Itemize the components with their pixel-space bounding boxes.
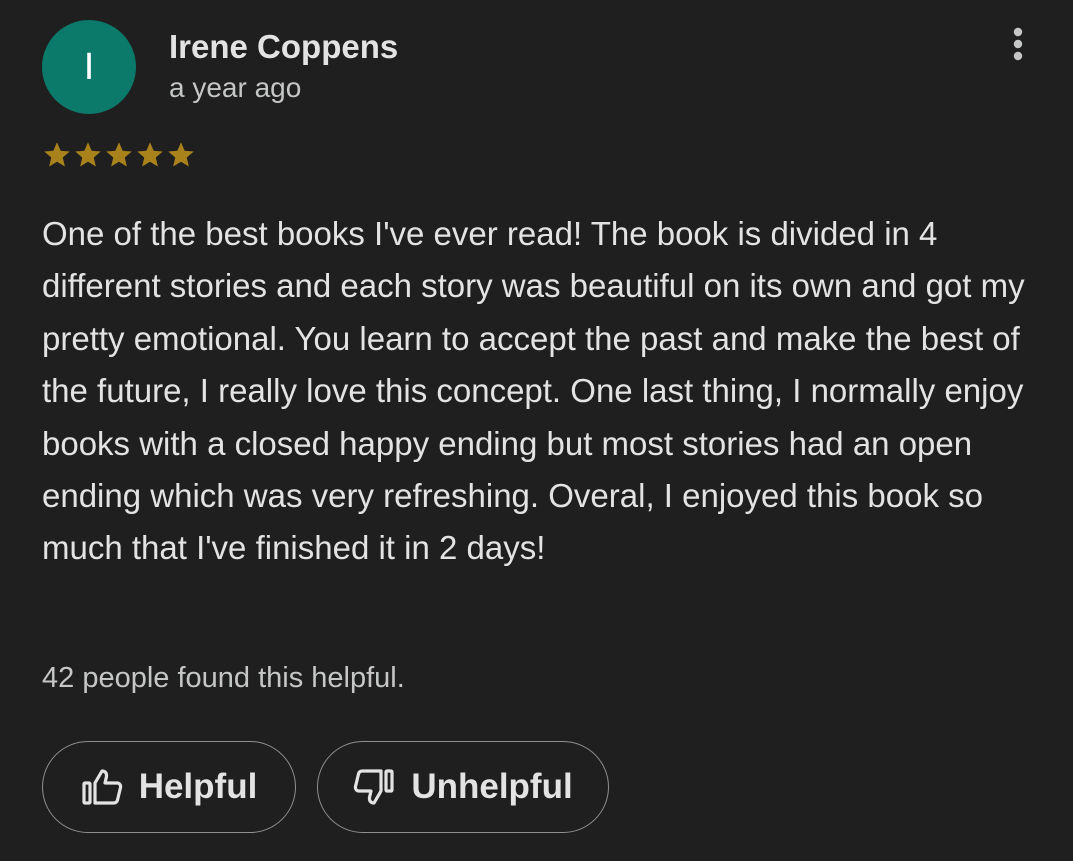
star-icon: [75, 142, 101, 167]
thumb-down-icon: [353, 768, 395, 806]
helpful-button[interactable]: Helpful: [42, 741, 296, 833]
star-rating: [42, 140, 196, 170]
avatar-initial: I: [83, 45, 95, 88]
helpful-count: 42 people found this helpful.: [42, 662, 405, 694]
helpful-label: Helpful: [138, 767, 258, 806]
unhelpful-button[interactable]: Unhelpful: [317, 741, 609, 833]
avatar: I: [42, 20, 136, 114]
author-name: Irene Coppens: [169, 28, 399, 65]
more-options-button[interactable]: [996, 20, 1040, 68]
thumb-up-icon: [81, 768, 123, 806]
review-card: I Irene Coppens a year ago One of the be…: [0, 0, 1073, 861]
unhelpful-label: Unhelpful: [411, 767, 573, 806]
star-icon: [168, 142, 194, 167]
review-text: One of the best books I've ever read! Th…: [42, 215, 1025, 567]
star-icon: [44, 142, 70, 167]
review-date: a year ago: [169, 72, 302, 103]
star-icon: [106, 142, 132, 167]
star-icon: [137, 142, 163, 167]
more-vert-icon: [1013, 27, 1023, 61]
